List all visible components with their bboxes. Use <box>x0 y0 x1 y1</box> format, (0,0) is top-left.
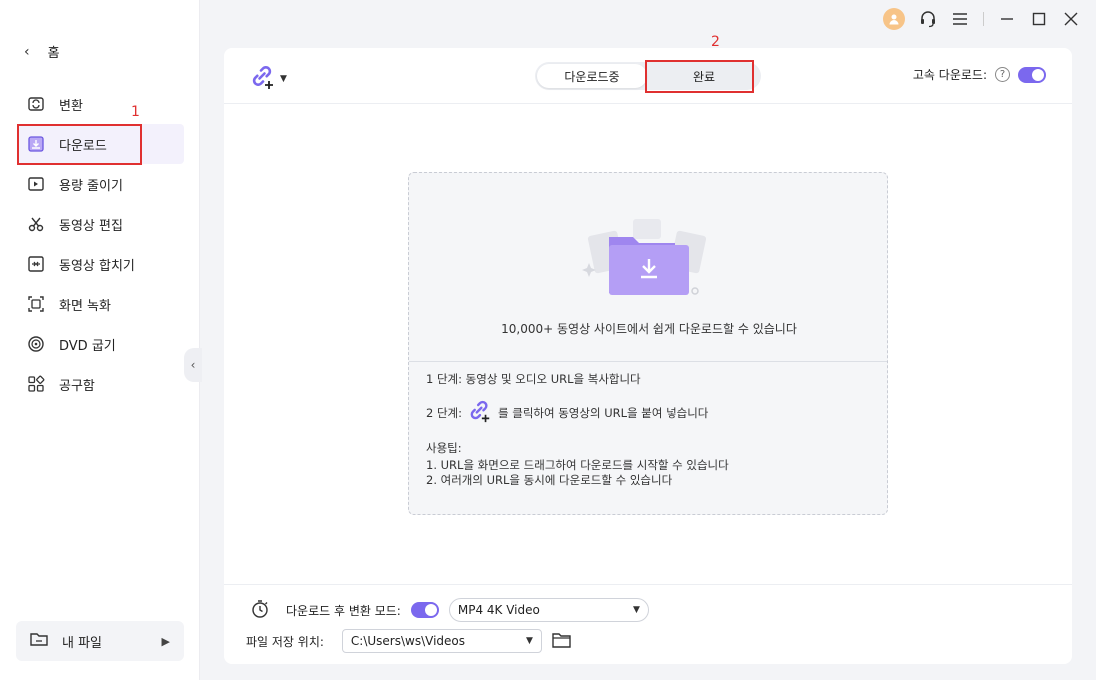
window-controls <box>883 8 1080 30</box>
tip-2: 2. 여러개의 URL을 동시에 다운로드할 수 있습니다 <box>426 473 673 487</box>
headset-icon[interactable] <box>919 8 937 30</box>
convert-icon <box>26 94 46 114</box>
compress-icon <box>26 174 46 194</box>
sidebar-item-convert[interactable]: 변환 <box>18 84 184 124</box>
convert-mode-row: 다운로드 후 변환 모드: MP4 4K Video ▼ <box>250 598 649 622</box>
annotation-number-2: 2 <box>711 34 720 50</box>
annotation-box-2 <box>645 60 754 93</box>
save-path-select[interactable]: C:\Users\ws\Videos ▼ <box>341 629 542 653</box>
chevron-down-icon: ▼ <box>632 605 640 615</box>
close-icon[interactable] <box>1062 8 1080 30</box>
sidebar-item-label: 변환 <box>59 98 83 114</box>
high-speed-label: 고속 다운로드: <box>912 68 987 82</box>
minimize-icon[interactable] <box>998 8 1016 30</box>
sidebar-item-dvd[interactable]: DVD 굽기 <box>18 324 184 364</box>
sidebar-item-edit[interactable]: 동영상 편집 <box>18 204 184 244</box>
sidebar-item-label: 용량 줄이기 <box>59 178 123 194</box>
divider <box>983 12 984 26</box>
merge-icon <box>26 254 46 274</box>
format-select[interactable]: MP4 4K Video ▼ <box>448 598 649 622</box>
sidebar-item-label: 공구함 <box>59 378 95 394</box>
sidebar-item-compress[interactable]: 용량 줄이기 <box>18 164 184 204</box>
help-icon[interactable]: ? <box>995 67 1010 82</box>
main-panel: ▼ 다운로드중 완료 2 고속 다운로드: ? 10,000+ 동영상 사이트에… <box>224 34 1072 664</box>
collapse-sidebar-button[interactable]: ‹ <box>184 348 202 382</box>
convert-mode-toggle[interactable] <box>410 602 439 618</box>
title-bar <box>200 0 1096 40</box>
chevron-down-icon: ▼ <box>526 636 533 646</box>
save-path-value: C:\Users\ws\Videos <box>350 634 466 648</box>
timer-icon[interactable] <box>250 599 270 622</box>
menu-icon[interactable] <box>951 8 969 30</box>
avatar[interactable] <box>883 8 905 30</box>
tab-downloading[interactable]: 다운로드중 <box>537 64 647 88</box>
drop-zone[interactable]: 10,000+ 동영상 사이트에서 쉽게 다운로드할 수 있습니다 1 단계: … <box>408 172 888 515</box>
high-speed-toggle[interactable] <box>1018 66 1046 83</box>
toolbar: ▼ 다운로드중 완료 2 고속 다운로드: ? <box>224 34 1072 104</box>
toolbox-icon <box>26 374 46 394</box>
step-2-prefix: 2 단계: <box>426 405 463 420</box>
high-speed-download: 고속 다운로드: ? <box>913 66 1046 83</box>
chevron-down-icon: ▼ <box>280 74 287 84</box>
chevron-left-icon: ‹ <box>24 43 30 60</box>
sidebar-item-screen-record[interactable]: 화면 녹화 <box>18 284 184 324</box>
chevron-right-icon: ▶ <box>161 634 170 648</box>
format-value: MP4 4K Video <box>457 603 540 617</box>
sidebar-item-label: DVD 굽기 <box>59 338 116 354</box>
bottom-bar: 다운로드 후 변환 모드: MP4 4K Video ▼ 파일 저장 위치: C… <box>224 584 1072 664</box>
open-folder-icon[interactable] <box>552 632 572 651</box>
folder-icon <box>30 631 48 651</box>
tips-heading: 사용팁: <box>426 441 462 455</box>
step-2: 2 단계: 를 클릭하여 동영상의 URL을 붙여 넣습니다 <box>426 399 729 427</box>
step-2-suffix: 를 클릭하여 동영상의 URL을 붙여 넣습니다 <box>498 405 709 420</box>
chevron-left-icon: ‹ <box>190 358 196 372</box>
sidebar-item-toolbox[interactable]: 공구함 <box>18 364 184 404</box>
annotation-number-1: 1 <box>131 104 140 120</box>
link-plus-icon <box>468 399 492 427</box>
sidebar-item-label: 화면 녹화 <box>59 298 111 314</box>
tip-1: 1. URL을 화면으로 드래그하여 다운로드를 시작할 수 있습니다 <box>426 458 729 472</box>
save-location-row: 파일 저장 위치: C:\Users\ws\Videos ▼ <box>246 629 572 653</box>
step-1: 1 단계: 동영상 및 오디오 URL을 복사합니다 <box>426 372 641 386</box>
dvd-icon <box>26 334 46 354</box>
drop-title: 10,000+ 동영상 사이트에서 쉽게 다운로드할 수 있습니다 <box>501 322 797 336</box>
sidebar-item-label: 동영상 편집 <box>59 218 123 234</box>
sidebar-item-merge[interactable]: 동영상 합치기 <box>18 244 184 284</box>
screen-record-icon <box>26 294 46 314</box>
divider <box>409 361 887 362</box>
instructions: 1 단계: 동영상 및 오디오 URL을 복사합니다 2 단계: 를 클릭하여 … <box>426 372 729 488</box>
my-files-label: 내 파일 <box>62 635 103 651</box>
link-plus-icon <box>250 64 276 94</box>
home-link[interactable]: ‹ 홈 <box>24 42 60 62</box>
add-url-button[interactable]: ▼ <box>250 64 287 94</box>
scissors-icon <box>26 214 46 234</box>
annotation-box-1 <box>17 124 142 165</box>
save-location-label: 파일 저장 위치: <box>246 634 324 649</box>
maximize-icon[interactable] <box>1030 8 1048 30</box>
sidebar-item-label: 동영상 합치기 <box>59 258 135 274</box>
home-label: 홈 <box>47 46 60 61</box>
folder-download-icon <box>577 211 717 301</box>
sidebar: ‹ 홈 변환 다운로드 용량 줄이기 동영상 편집 동영상 합치기 화면 녹화 … <box>0 0 202 680</box>
convert-mode-label: 다운로드 후 변환 모드: <box>286 603 401 618</box>
my-files-button[interactable]: 내 파일 ▶ <box>16 621 184 661</box>
